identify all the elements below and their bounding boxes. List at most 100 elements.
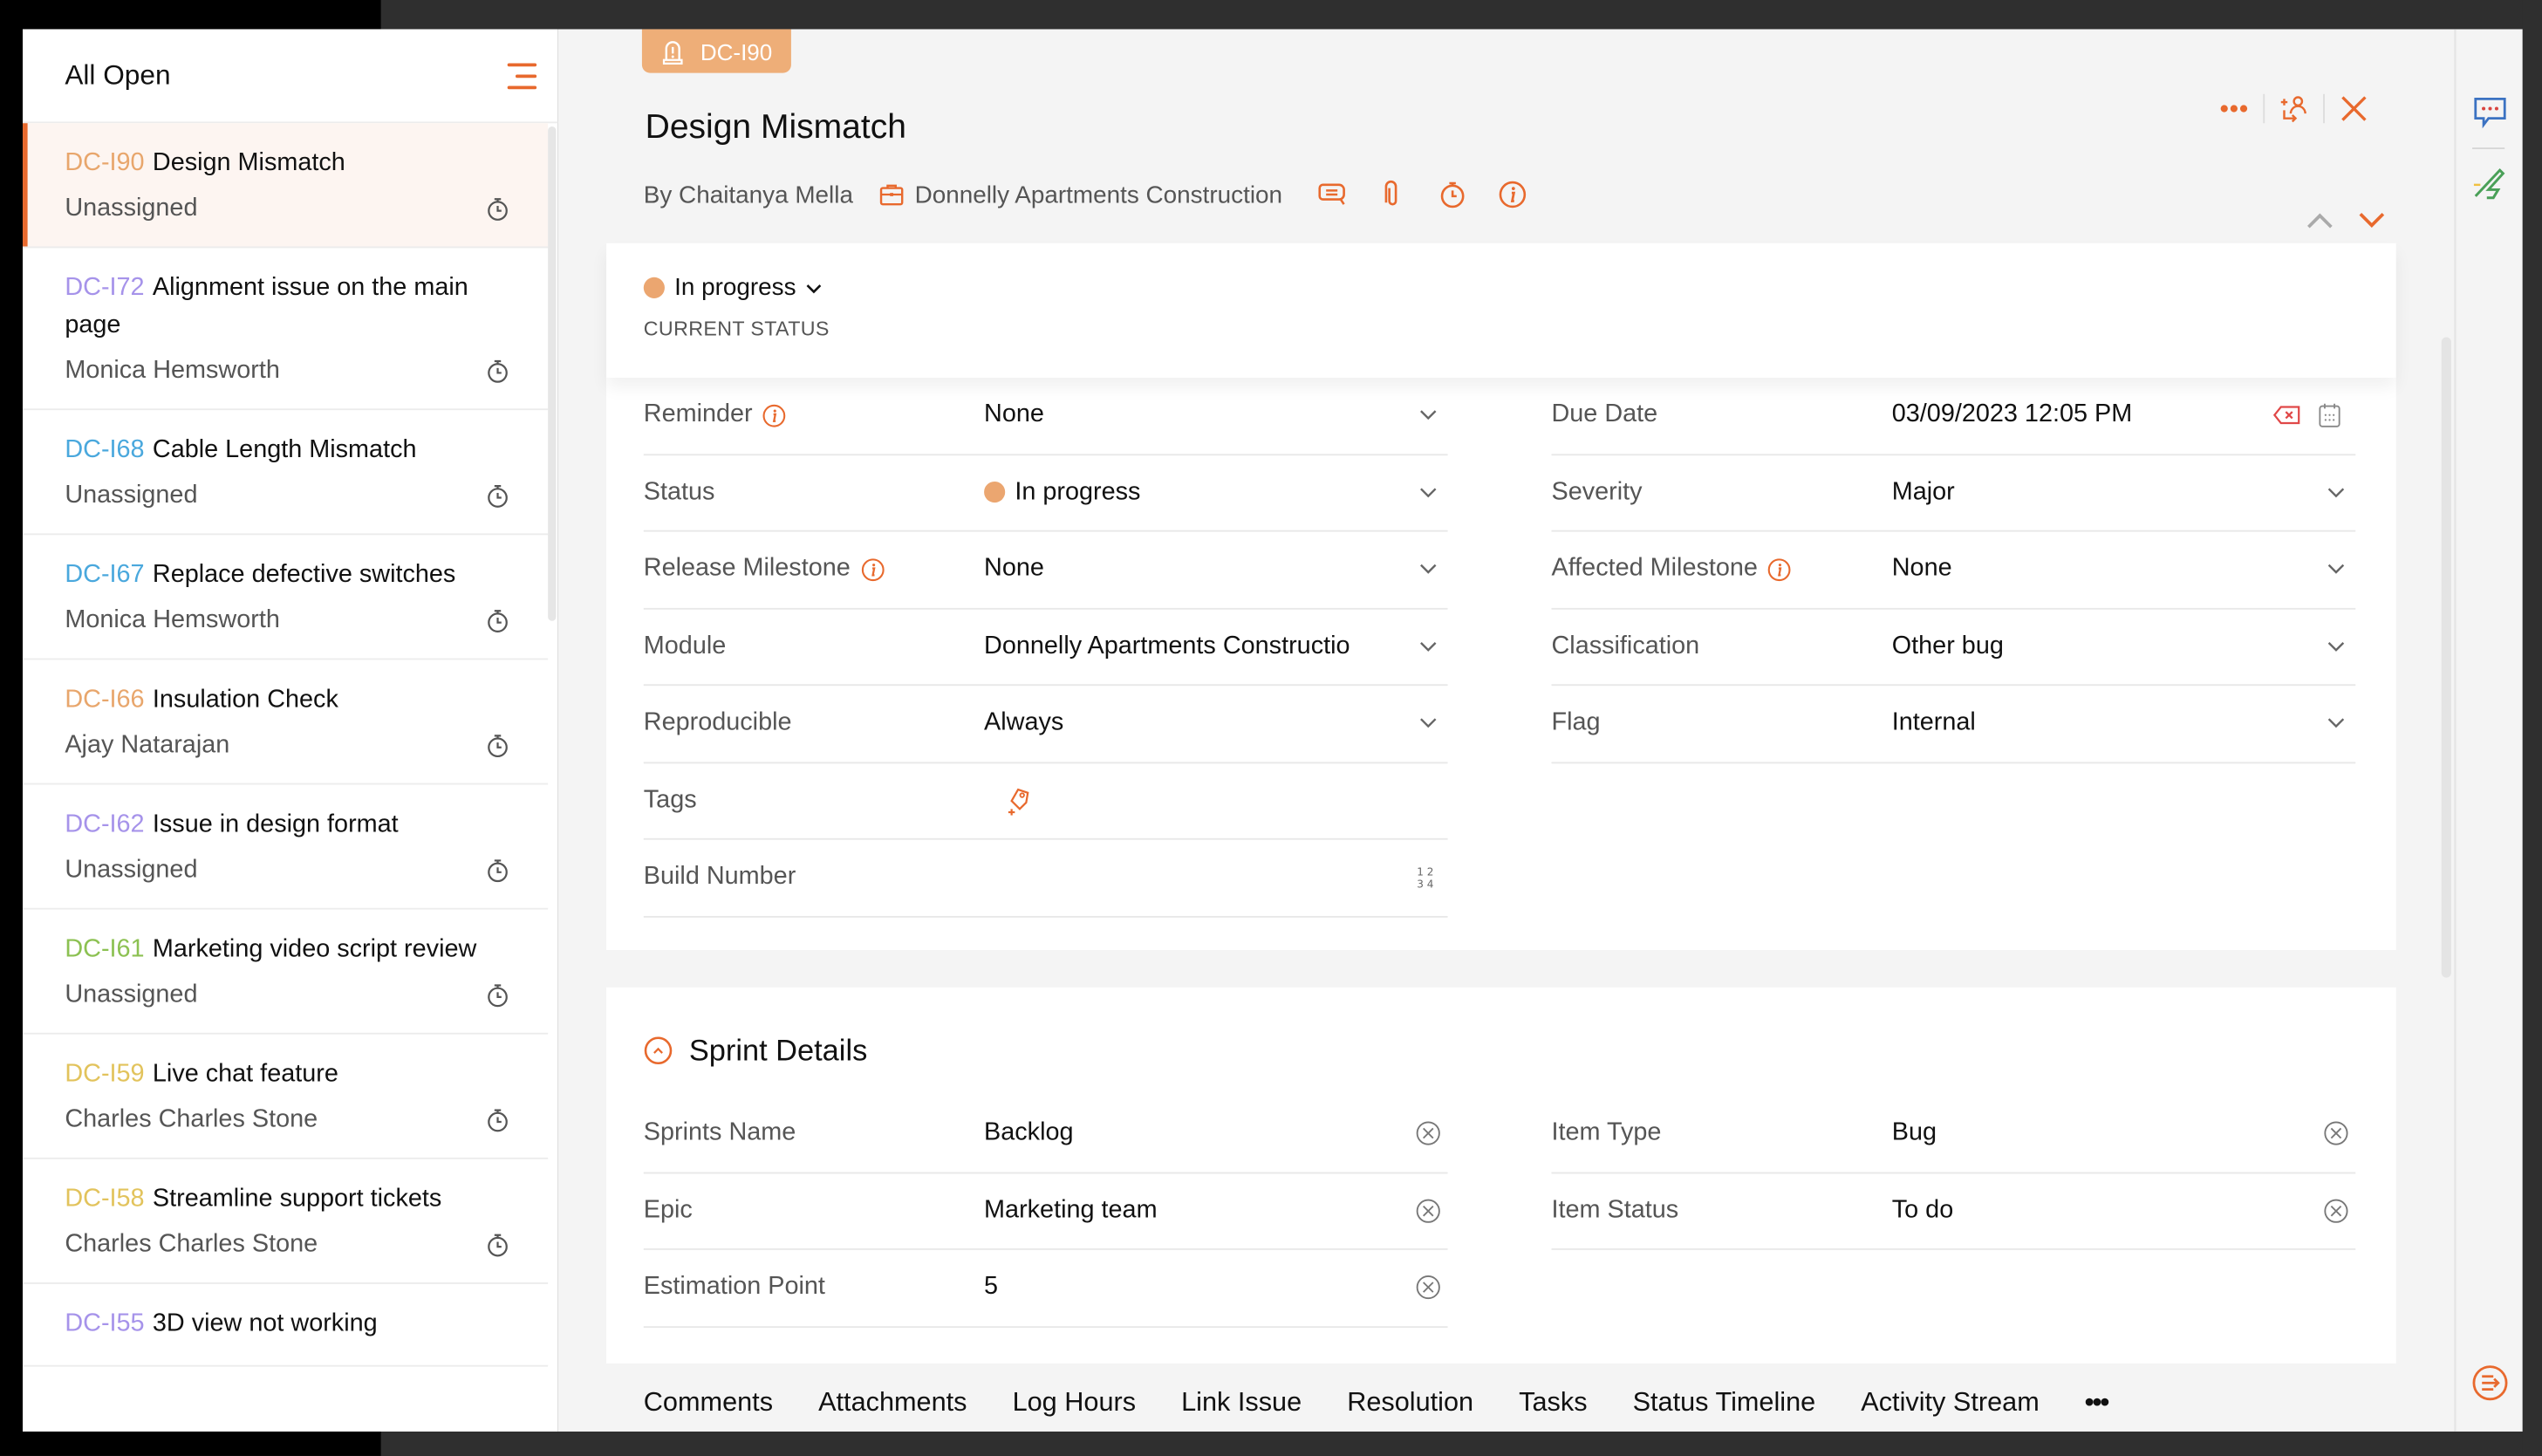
field-input[interactable]: Major	[1892, 478, 2317, 507]
field-control[interactable]	[2317, 1198, 2356, 1224]
field-control[interactable]	[2317, 486, 2356, 499]
expand-panel-icon[interactable]	[2472, 1365, 2508, 1401]
field-input[interactable]: 03/09/2023 12:05 PM	[1892, 400, 2258, 429]
list-item[interactable]: DC-I59 Live chat feature Charles Charles S…	[23, 1035, 549, 1159]
field-input[interactable]: In progress	[984, 478, 1409, 507]
field-input[interactable]: None	[1892, 555, 2317, 584]
background-top	[380, 0, 2542, 30]
field-control[interactable]: 1 23 4	[1409, 865, 1448, 891]
timer-icon[interactable]	[1438, 180, 1466, 208]
current-status-dropdown[interactable]: In progress	[643, 274, 823, 302]
field-value: 03/09/2023 12:05 PM	[1891, 400, 2133, 429]
list-item[interactable]: DC-I67 Replace defective switches Monica H…	[23, 535, 549, 660]
timer-icon[interactable]	[487, 858, 509, 884]
list-item[interactable]: DC-I62 Issue in design format Unassigned	[23, 784, 549, 910]
clear-icon[interactable]	[1415, 1121, 1441, 1147]
timer-icon[interactable]	[487, 483, 509, 509]
info-icon[interactable]	[762, 403, 787, 427]
timer-icon[interactable]	[487, 1232, 509, 1258]
field-control[interactable]	[1409, 1198, 1448, 1224]
field-control[interactable]	[2317, 1121, 2356, 1147]
list-item[interactable]: DC-I61 Marketing video script review Unass…	[23, 910, 549, 1035]
field-control[interactable]	[2317, 563, 2356, 576]
assign-button[interactable]	[2265, 91, 2323, 126]
field-control[interactable]	[1409, 640, 1448, 653]
field-row: Severity Major	[1551, 455, 2356, 532]
field-label-text: Epic	[643, 1196, 693, 1224]
close-button[interactable]	[2325, 91, 2383, 126]
issue-id: DC-I66	[65, 686, 145, 714]
signature-icon[interactable]	[2472, 166, 2508, 202]
list-item[interactable]: DC-I90 Design Mismatch Unassigned	[23, 123, 549, 249]
field-input[interactable]: 5	[984, 1273, 1409, 1302]
issue-meta: By Chaitanya Mella Donnelly Apartments C…	[644, 180, 1527, 208]
clear-icon[interactable]	[1415, 1275, 1441, 1301]
timer-icon[interactable]	[487, 359, 509, 385]
field-input[interactable]: To do	[1892, 1196, 2317, 1225]
tab-tasks[interactable]: Tasks	[1519, 1388, 1587, 1418]
list-item[interactable]: DC-I55 3D view not working	[23, 1284, 549, 1367]
info-icon[interactable]	[860, 557, 885, 582]
comment-icon[interactable]	[1318, 180, 1347, 208]
clear-date-icon[interactable]	[2272, 406, 2301, 425]
field-input[interactable]: Always	[984, 709, 1409, 738]
tab-link-issue[interactable]: Link Issue	[1181, 1388, 1302, 1418]
field-control[interactable]	[2258, 402, 2356, 428]
tab-status-timeline[interactable]: Status Timeline	[1633, 1388, 1816, 1418]
field-control[interactable]	[1409, 486, 1448, 499]
chevron-up-icon[interactable]	[2306, 211, 2334, 230]
tab-activity-stream[interactable]: Activity Stream	[1861, 1388, 2039, 1418]
fields-right-column: Due Date 03/09/2023 12:05 PM Severity Major…	[1551, 378, 2356, 763]
field-input[interactable]: None	[984, 400, 1409, 429]
clear-icon[interactable]	[2323, 1198, 2349, 1224]
tab-more[interactable]: •••	[2085, 1388, 2110, 1418]
clear-icon[interactable]	[2323, 1121, 2349, 1147]
field-control[interactable]	[1409, 409, 1448, 422]
timer-icon[interactable]	[487, 1107, 509, 1133]
field-control[interactable]	[2317, 640, 2356, 653]
chevron-down-icon[interactable]	[2357, 211, 2386, 230]
add-tag-icon[interactable]	[1003, 786, 1032, 816]
field-input[interactable]: None	[984, 555, 1409, 584]
timer-icon[interactable]	[487, 196, 509, 222]
field-label: Classification	[1551, 632, 1891, 660]
timer-icon[interactable]	[487, 982, 509, 1008]
field-control[interactable]	[1409, 1121, 1448, 1147]
field-input[interactable]: Other bug	[1892, 632, 2317, 660]
detail-scrollbar[interactable]	[2441, 337, 2451, 978]
list-item[interactable]: DC-I58 Streamline support tickets Charles …	[23, 1159, 549, 1284]
timer-icon[interactable]	[487, 608, 509, 634]
info-icon[interactable]	[1767, 557, 1792, 582]
field-input[interactable]: Backlog	[984, 1119, 1409, 1148]
field-control[interactable]	[1409, 717, 1448, 730]
field-input[interactable]: Marketing team	[984, 1196, 1409, 1225]
paperclip-icon[interactable]	[1378, 180, 1407, 208]
field-input[interactable]: Donnelly Apartments Constructio	[984, 632, 1409, 660]
tab-attachments[interactable]: Attachments	[818, 1388, 967, 1418]
field-input[interactable]: Internal	[1892, 709, 2317, 738]
detail-tabs: Comments Attachments Log Hours Link Issue Re…	[644, 1388, 2110, 1418]
field-control[interactable]	[2317, 717, 2356, 730]
tab-resolution[interactable]: Resolution	[1347, 1388, 1473, 1418]
menu-icon[interactable]	[507, 62, 537, 89]
clear-icon[interactable]	[1415, 1198, 1441, 1224]
list-item[interactable]: DC-I66 Insulation Check Ajay Natarajan	[23, 660, 549, 785]
timer-icon[interactable]	[487, 733, 509, 759]
field-control[interactable]	[1409, 1275, 1448, 1301]
list-scrollbar[interactable]	[548, 126, 557, 621]
field-control[interactable]	[1409, 563, 1448, 576]
field-input[interactable]: Bug	[1892, 1119, 2317, 1148]
tab-comments[interactable]: Comments	[644, 1388, 773, 1418]
field-input[interactable]	[984, 786, 1409, 816]
info-icon[interactable]	[1498, 180, 1527, 208]
list-item[interactable]: DC-I72 Alignment issue on the main page Mo…	[23, 248, 549, 411]
list-item-title-row: DC-I62 Issue in design format	[65, 806, 509, 844]
sprint-details-header[interactable]: Sprint Details	[644, 1033, 867, 1069]
list-item[interactable]: DC-I68 Cable Length Mismatch Unassigned	[23, 410, 549, 536]
field-label-text: Reminder	[643, 400, 753, 429]
calendar-icon[interactable]	[2319, 402, 2341, 428]
more-options-button[interactable]	[2204, 91, 2263, 126]
chat-icon[interactable]	[2472, 94, 2508, 130]
project-link[interactable]: Donnelly Apartments Construction	[879, 181, 1282, 208]
tab-log-hours[interactable]: Log Hours	[1013, 1388, 1136, 1418]
